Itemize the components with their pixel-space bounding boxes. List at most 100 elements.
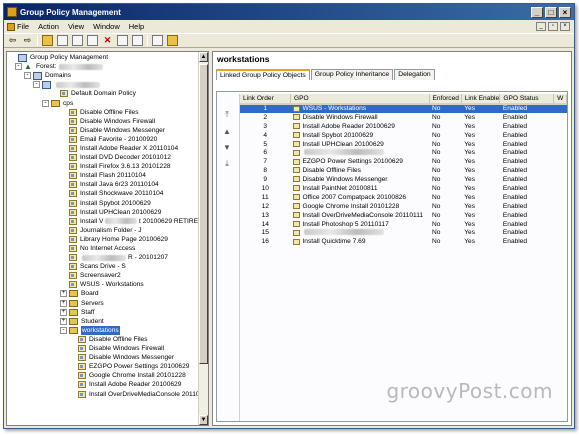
up-folder-icon[interactable] [42, 35, 53, 46]
table-row[interactable]: 11 Office 2007 Compatpack 20100826 No Yes En… [240, 193, 567, 202]
table-row[interactable]: 8 Disable Offline Files No Yes Enabled [240, 166, 567, 175]
back-icon[interactable]: ⇦ [7, 35, 18, 46]
tree-gpo-link[interactable]: Install Shockwave 20110104 [7, 189, 198, 198]
tree-gpo-link[interactable]: Disable Offline Files [7, 335, 198, 344]
tree-gpo-link[interactable]: Disable Windows Messenger [7, 353, 198, 362]
menu-help[interactable]: Help [129, 22, 144, 31]
scroll-thumb[interactable] [199, 64, 208, 364]
table-row[interactable]: 3 Install Adobe Reader 20100629 No Yes Enabl… [240, 122, 567, 131]
tab-delegation[interactable]: Delegation [394, 69, 435, 80]
table-row[interactable]: 5 Install UPHClean 20100629 No Yes Enabled [240, 140, 567, 149]
tree-forest[interactable]: - ▲ Forest: [7, 62, 198, 71]
refresh-icon[interactable] [117, 35, 128, 46]
tree-ou-student[interactable]: + Student [7, 317, 198, 326]
help-icon[interactable] [152, 35, 163, 46]
export-icon[interactable] [132, 35, 143, 46]
tree-gpo-link[interactable]: No Internet Access [7, 244, 198, 253]
tab-linked-gpos[interactable]: Linked Group Policy Objects [216, 69, 310, 80]
tree-root[interactable]: Group Policy Management [7, 53, 198, 62]
mdi-minimize-button[interactable]: _ [536, 22, 546, 31]
collapse-icon[interactable]: - [15, 63, 22, 71]
tree-default-domain-policy[interactable]: Default Domain Policy [7, 89, 198, 98]
table-row[interactable]: 4 Install Spybot 20100629 No Yes Enabled [240, 131, 567, 140]
tree-gpo-link[interactable]: Install DVD Decoder 20101012 [7, 153, 198, 162]
tree-gpo-link[interactable]: Install Java 6r23 20110104 [7, 180, 198, 189]
collapse-icon[interactable]: - [33, 81, 40, 89]
expand-icon[interactable]: + [60, 317, 67, 325]
tree-domain[interactable]: - [7, 80, 198, 89]
tree-ou-cps[interactable]: - cps [7, 98, 198, 107]
tree-gpo-link[interactable]: Install OverDriveMediaConsole 20110101 [7, 389, 198, 398]
menu-action[interactable]: Action [38, 22, 59, 31]
close-button[interactable]: × [559, 6, 571, 18]
delete-icon[interactable]: ✕ [102, 35, 113, 46]
tree-ou-board[interactable]: + Board [7, 289, 198, 298]
properties-icon[interactable] [167, 35, 178, 46]
tree-scrollbar[interactable]: ▲ ▼ [198, 52, 208, 425]
tree-gpo-link[interactable]: Screensaver2 [7, 271, 198, 280]
menu-file[interactable]: File [7, 22, 29, 31]
tree-gpo-link[interactable]: Install Adobe Reader 20100629 [7, 380, 198, 389]
tree-ou-servers[interactable]: + Servers [7, 299, 198, 308]
collapse-icon[interactable]: - [24, 72, 31, 80]
table-row[interactable]: 13 Install OverDriveMediaConsole 20110111… [240, 211, 567, 220]
minimize-button[interactable]: _ [531, 6, 543, 18]
tree-gpo-link[interactable]: EZGPO Power Settings 20100629 [7, 362, 198, 371]
tree-gpo-link[interactable]: Install Adobe Reader X 20110104 [7, 144, 198, 153]
tree-gpo-link[interactable]: Disable Offline Files [7, 108, 198, 117]
paste-icon[interactable] [87, 35, 98, 46]
col-gpo-status[interactable]: GPO Status [499, 94, 555, 105]
scroll-up-arrow[interactable]: ▲ [199, 52, 208, 62]
title-bar[interactable]: Group Policy Management _ □ × [4, 4, 574, 20]
table-row[interactable]: 6 No Yes Enabled [240, 148, 567, 157]
tree-gpo-link[interactable]: Disable Windows Messenger [7, 126, 198, 135]
tree-gpo-link[interactable]: Install Flash 20110104 [7, 171, 198, 180]
tree-gpo-link[interactable]: Install Spybot 20100629 [7, 199, 198, 208]
mdi-restore-button[interactable]: ▫ [548, 22, 558, 31]
table-row[interactable]: 9 Disable Windows Messenger No Yes Enabled [240, 175, 567, 184]
col-wmi-filter[interactable]: W [553, 94, 567, 105]
tree-domains[interactable]: - Domains [7, 71, 198, 80]
tree-gpo-link[interactable]: Install Firefox 3.6.13 20101228 [7, 162, 198, 171]
move-down-icon[interactable]: ▼ [223, 143, 231, 152]
expand-icon[interactable]: + [60, 290, 67, 298]
expand-icon[interactable]: + [60, 308, 67, 316]
tree-gpo-link[interactable]: Disable Windows Firewall [7, 344, 198, 353]
collapse-icon[interactable]: - [42, 99, 49, 107]
tree-ou-workstations[interactable]: - workstations [7, 325, 198, 335]
tree-gpo-link[interactable]: Library Home Page 20100629 [7, 235, 198, 244]
show-tree-icon[interactable] [57, 35, 68, 46]
tree-gpo-link[interactable]: Email Favorite - 20100920 [7, 135, 198, 144]
tab-inheritance[interactable]: Group Policy Inheritance [310, 69, 394, 80]
move-top-icon[interactable]: ⤒ [225, 110, 229, 120]
tree-gpo-link[interactable]: Journalism Folder - J [7, 226, 198, 235]
table-row[interactable]: 14 Install Photoshop 5 20110117 No Yes Enabl… [240, 220, 567, 229]
move-bottom-icon[interactable]: ⤓ [225, 159, 229, 169]
tree-gpo-link[interactable]: Scans Drive - S [7, 262, 198, 271]
tree-gpo-link[interactable]: Install UPHClean 20100629 [7, 208, 198, 217]
col-gpo[interactable]: GPO [290, 94, 430, 105]
col-link-order[interactable]: Link Order [240, 94, 291, 105]
menu-window[interactable]: Window [93, 22, 120, 31]
table-row[interactable]: 1 WSUS - Workstations No Yes Enabled [240, 104, 567, 113]
tree-gpo-link[interactable]: Disable Windows Firewall [7, 117, 198, 126]
table-row[interactable]: 10 Install PaintNet 20100811 No Yes Enabled [240, 184, 567, 193]
table-row[interactable]: 15 No Yes Enabled [240, 228, 567, 237]
tree-gpo-link[interactable]: Google Chrome Install 20101228 [7, 371, 198, 380]
scroll-down-arrow[interactable]: ▼ [199, 415, 208, 425]
tree-gpo-link[interactable]: WSUS - Workstations [7, 280, 198, 289]
table-row[interactable]: 12 Google Chrome Install 20101228 No Yes Ena… [240, 202, 567, 211]
mdi-close-button[interactable]: × [560, 22, 570, 31]
collapse-icon[interactable]: - [60, 326, 67, 334]
table-row[interactable]: 7 EZGPO Power Settings 20100629 No Yes Enabl… [240, 157, 567, 166]
move-up-icon[interactable]: ▲ [223, 127, 231, 136]
expand-icon[interactable]: + [60, 299, 67, 307]
table-row[interactable]: 16 Install Quicktime 7.69 No Yes Enabled [240, 237, 567, 246]
tree-gpo-link[interactable]: Install V t 20100629 RETIRE [7, 217, 198, 226]
table-row[interactable]: 2 Disable Windows Firewall No Yes Enabled [240, 113, 567, 122]
maximize-button[interactable]: □ [545, 6, 557, 18]
tree-ou-staff[interactable]: + Staff [7, 308, 198, 317]
menu-view[interactable]: View [68, 22, 84, 31]
tree-gpo-link[interactable]: R - 20101207 [7, 253, 198, 262]
copy-icon[interactable] [72, 35, 83, 46]
